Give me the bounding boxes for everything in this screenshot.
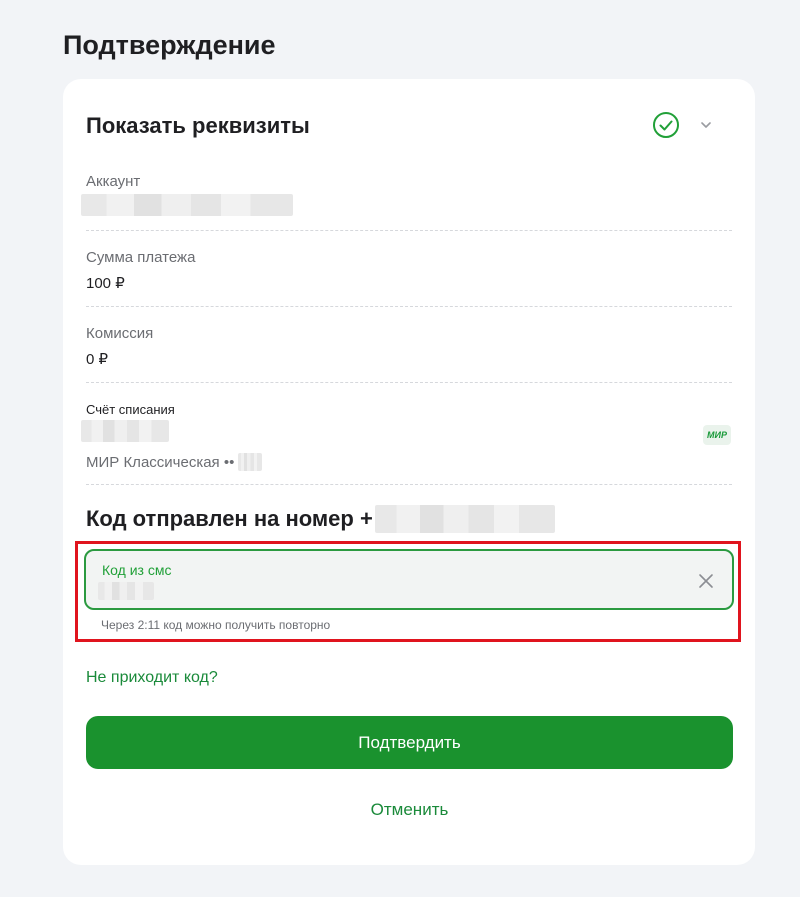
chevron-down-icon[interactable] (698, 119, 714, 131)
commission-field: Комиссия 0 ₽ (86, 325, 732, 368)
account-value-redacted (81, 194, 293, 216)
divider (86, 484, 732, 485)
confirm-button[interactable]: Подтвердить (86, 716, 733, 769)
sms-code-value-redacted (98, 582, 154, 605)
sms-code-label: Код из смс (102, 562, 172, 578)
divider (86, 230, 732, 231)
card-digits-redacted (238, 453, 263, 471)
amount-field: Сумма платежа 100 ₽ (86, 249, 732, 292)
debit-account-label: Счёт списания (86, 402, 175, 417)
cancel-button[interactable]: Отменить (86, 790, 733, 830)
check-circle-icon (653, 112, 679, 138)
close-icon[interactable] (698, 573, 714, 589)
divider (86, 382, 732, 383)
code-sent-text: Код отправлен на номер + (86, 506, 373, 531)
sms-code-input[interactable]: Код из смс (84, 549, 734, 610)
phone-number-redacted (374, 505, 555, 533)
details-header[interactable]: Показать реквизиты (86, 111, 732, 141)
account-label: Аккаунт (86, 173, 141, 190)
debit-account-redacted (81, 420, 169, 442)
commission-label: Комиссия (86, 325, 154, 342)
commission-value: 0 ₽ (86, 351, 109, 368)
code-sent-title: Код отправлен на номер + (86, 505, 555, 533)
no-code-link[interactable]: Не приходит код? (86, 669, 218, 687)
amount-label: Сумма платежа (86, 249, 196, 266)
amount-value: 100 ₽ (86, 275, 125, 292)
resend-hint: Через 2:11 код можно получить повторно (101, 618, 331, 632)
details-title: Показать реквизиты (86, 113, 310, 138)
divider (86, 306, 732, 307)
account-field: Аккаунт (81, 173, 732, 221)
debit-account-field: Счёт списания МИР Классическая •• (81, 402, 732, 471)
page-title: Подтверждение (63, 30, 276, 60)
card-name: МИР Классическая •• (86, 453, 235, 471)
mir-logo: МИР (703, 425, 731, 445)
